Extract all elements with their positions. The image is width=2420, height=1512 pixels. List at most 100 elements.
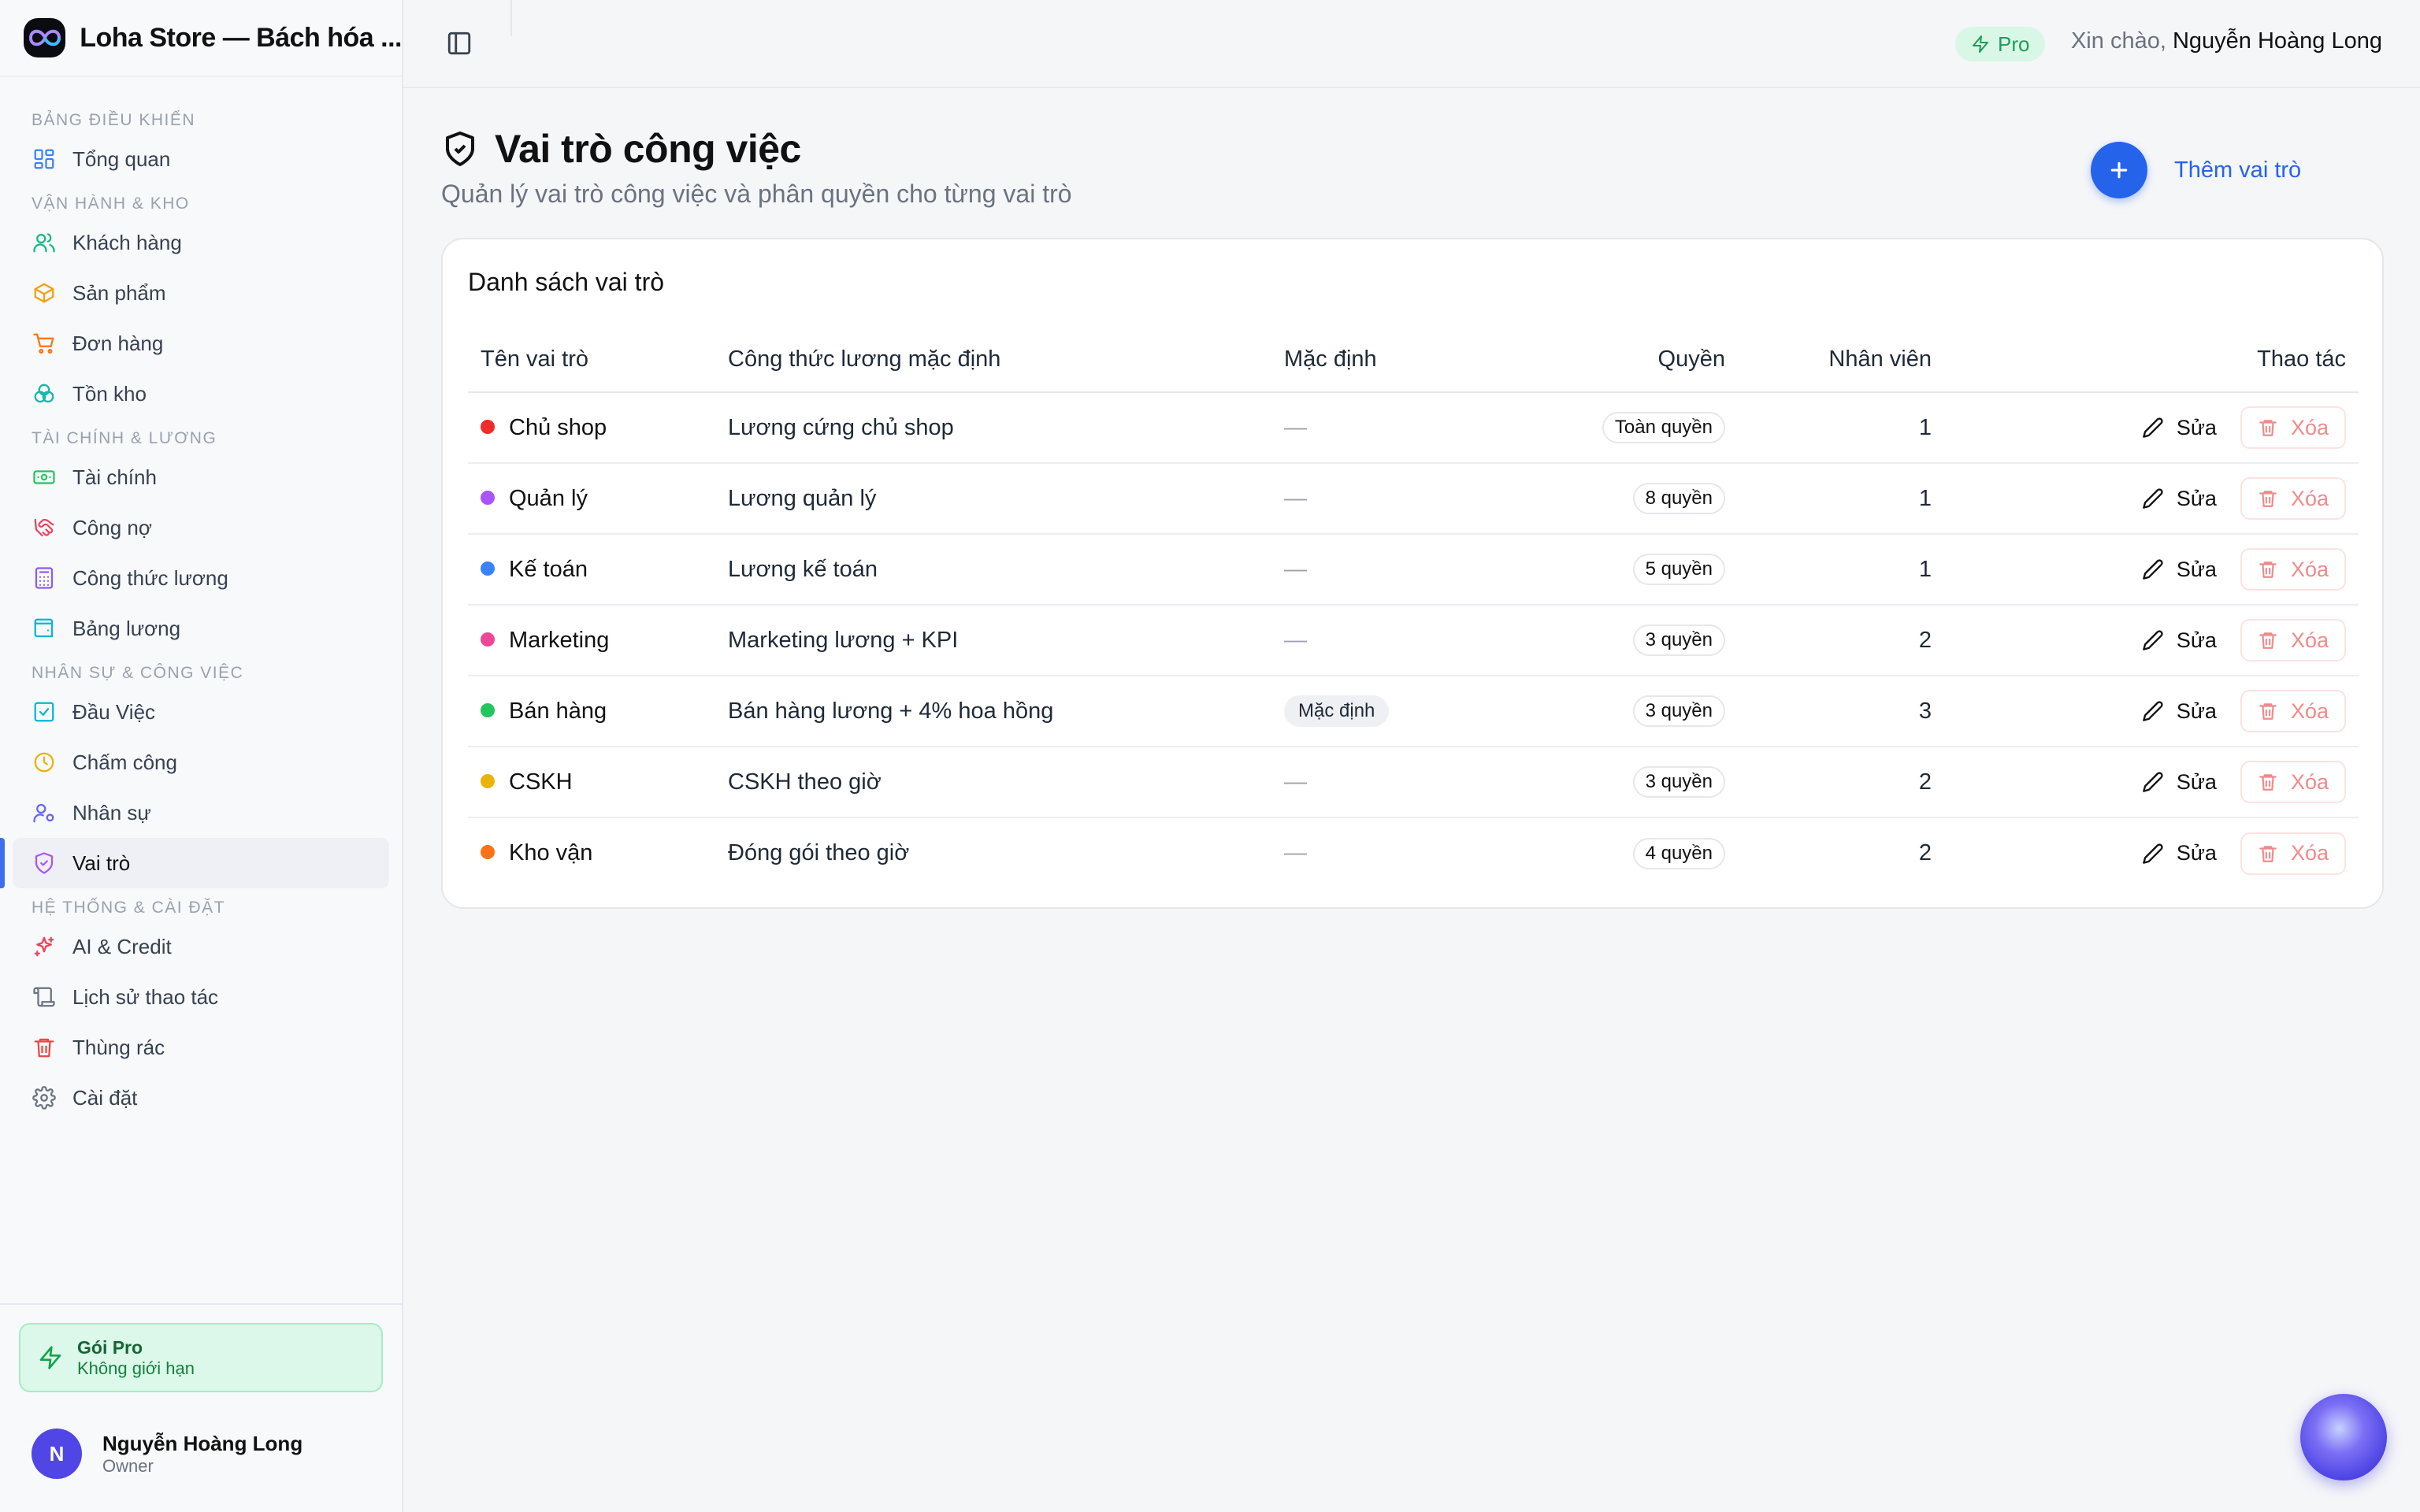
delete-button[interactable]: Xóa <box>2240 619 2346 662</box>
header-default[interactable]: Mặc định <box>1284 328 1520 393</box>
table-row[interactable]: CSKH CSKH theo giờ — 3 quyền 2 Sửa Xóa <box>468 747 2359 818</box>
default-cell: — <box>1284 747 1520 818</box>
actions-cell: Sửa Xóa <box>1932 534 2359 606</box>
sidebar-item[interactable]: Tồn kho <box>13 369 389 419</box>
table-row[interactable]: Kho vận Đóng gói theo giờ — 4 quyền 2 Sửa Xóa <box>468 817 2359 888</box>
default-empty: — <box>1284 840 1307 865</box>
actions-cell: Sửa Xóa <box>1932 817 2359 888</box>
role-name-cell: Marketing <box>468 605 728 676</box>
role-name-cell: Quản lý <box>468 463 728 535</box>
chat-assistant-button[interactable] <box>2300 1394 2387 1480</box>
role-name-cell: Chủ shop <box>468 392 728 464</box>
gear-icon <box>32 1085 57 1110</box>
role-name: Chủ shop <box>509 414 607 440</box>
zap-icon <box>1973 35 1988 53</box>
table-row[interactable]: Chủ shop Lương cứng chủ shop — Toàn quyền 1 S… <box>468 392 2359 464</box>
edit-button[interactable]: Sửa <box>2142 558 2217 582</box>
header-permissions[interactable]: Quyền <box>1520 328 1725 393</box>
default-empty: — <box>1284 627 1307 653</box>
delete-label: Xóa <box>2290 841 2329 865</box>
sidebar-item[interactable]: Bảng lương <box>13 603 389 654</box>
table-row[interactable]: Marketing Marketing lương + KPI —3 quyền 2 S… <box>468 605 2359 676</box>
table-header-row: Tên vai trò Công thức lương mặc định Mặc… <box>468 328 2359 393</box>
delete-button[interactable]: Xóa <box>2240 477 2346 520</box>
actions-cell: Sửa Xóa <box>1932 605 2359 676</box>
staff-count-cell: 1 <box>1725 392 1932 464</box>
pencil-icon <box>2143 417 2163 438</box>
delete-button[interactable]: Xóa <box>2240 832 2346 875</box>
sidebar-item[interactable]: Thùng rác <box>13 1022 389 1073</box>
sidebar-item[interactable]: Lịch sử thao tác <box>13 972 389 1022</box>
header-formula[interactable]: Công thức lương mặc định <box>728 328 1284 393</box>
permissions-badge: 3 quyền <box>1632 695 1725 727</box>
edit-button[interactable]: Sửa <box>2142 487 2217 511</box>
banknote-icon <box>32 465 57 490</box>
sidebar: Loha Store — Bách hóa ... BẢNG ĐIỀU KHIỂ… <box>0 0 403 1512</box>
permissions-badge: 3 quyền <box>1632 766 1725 798</box>
brand-logo <box>24 18 66 57</box>
sidebar-item[interactable]: Chấm công <box>13 737 389 788</box>
sidebar-divider <box>0 1303 403 1305</box>
header-name[interactable]: Tên vai trò <box>468 328 728 393</box>
sidebar-item-label: Lịch sử thao tác <box>72 984 219 1009</box>
sidebar-item[interactable]: Công thức lương <box>13 553 389 603</box>
sidebar-item[interactable]: AI & Credit <box>13 921 389 972</box>
table-row[interactable]: Quản lý Lương quản lý — 8 quyền 1 Sửa Xóa <box>468 463 2359 535</box>
greeting-prefix: Xin chào, <box>2070 28 2166 54</box>
delete-button[interactable]: Xóa <box>2240 406 2346 449</box>
nav-section-title: NHÂN SỰ & CÔNG VIỆC <box>32 664 244 682</box>
edit-label: Sửa <box>2176 699 2217 723</box>
sidebar-item[interactable]: Đầu Việc <box>13 687 389 737</box>
shield-check-icon <box>32 850 57 876</box>
sidebar-item-label: Chấm công <box>72 750 177 774</box>
edit-button[interactable]: Sửa <box>2142 699 2217 724</box>
pencil-icon <box>2143 701 2163 721</box>
sidebar-item-label: Vai trò <box>72 850 131 875</box>
delete-button[interactable]: Xóa <box>2240 761 2346 803</box>
brand[interactable]: Loha Store — Bách hóa ... <box>0 0 402 77</box>
roles-card: Danh sách vai trò Tên vai trò Công thức … <box>441 238 2384 909</box>
plan-badge-label: Pro <box>1998 32 2030 56</box>
permissions-cell: 8 quyền <box>1520 463 1725 535</box>
edit-label: Sửa <box>2176 486 2217 510</box>
sidebar-item[interactable]: Sản phẩm <box>13 268 389 318</box>
plan-badge[interactable]: Pro <box>1955 27 2046 61</box>
actions-cell: Sửa Xóa <box>1932 463 2359 535</box>
header-staff[interactable]: Nhân viên <box>1725 328 1932 393</box>
table-row[interactable]: Kế toán Lương kế toán — 5 quyền 1 Sửa Xóa <box>468 534 2359 606</box>
clock-icon <box>32 750 57 775</box>
edit-label: Sửa <box>2176 841 2217 865</box>
formula-cell: Lương kế toán <box>728 534 1284 606</box>
sidebar-item[interactable]: Cài đặt <box>13 1073 389 1123</box>
sidebar-item-label: Tồn kho <box>72 381 147 406</box>
table-row[interactable]: Bán hàng Bán hàng lương + 4% hoa hồng Mặc … <box>468 676 2359 747</box>
edit-button[interactable]: Sửa <box>2142 770 2217 795</box>
edit-button[interactable]: Sửa <box>2142 416 2217 440</box>
greeting: Xin chào, Nguyễn Hoàng Long <box>2071 28 2382 54</box>
sidebar-toggle-icon[interactable] <box>446 30 473 57</box>
user-profile[interactable]: N Nguyễn Hoàng Long Owner <box>32 1429 302 1479</box>
role-color-dot <box>481 632 495 647</box>
sidebar-item[interactable]: Tổng quan <box>13 134 389 184</box>
delete-button[interactable]: Xóa <box>2240 690 2346 732</box>
user-name: Nguyễn Hoàng Long <box>102 1431 303 1455</box>
default-cell: — <box>1284 605 1520 676</box>
edit-button[interactable]: Sửa <box>2142 628 2217 653</box>
sidebar-item[interactable]: Công nợ <box>13 502 389 553</box>
pro-plan-card[interactable]: Gói Pro Không giới hạn <box>19 1323 383 1392</box>
permissions-cell: 5 quyền <box>1520 534 1725 606</box>
permissions-badge: 5 quyền <box>1632 554 1725 585</box>
default-cell: — <box>1284 392 1520 464</box>
add-role-button[interactable]: Thêm vai trò <box>2091 142 2301 198</box>
sidebar-item[interactable]: Khách hàng <box>13 217 389 268</box>
sidebar-item[interactable]: Nhân sự <box>13 788 389 838</box>
sidebar-item-label: Công nợ <box>72 515 152 539</box>
delete-button[interactable]: Xóa <box>2240 548 2346 591</box>
permissions-badge: 4 quyền <box>1632 837 1725 869</box>
edit-button[interactable]: Sửa <box>2142 841 2217 865</box>
sidebar-item[interactable]: Đơn hàng <box>13 318 389 369</box>
sidebar-item[interactable]: Vai trò <box>0 838 389 888</box>
sidebar-item[interactable]: Tài chính <box>13 452 389 502</box>
permissions-cell: 3 quyền <box>1520 676 1725 747</box>
sidebar-item-label: Thùng rác <box>72 1035 165 1059</box>
